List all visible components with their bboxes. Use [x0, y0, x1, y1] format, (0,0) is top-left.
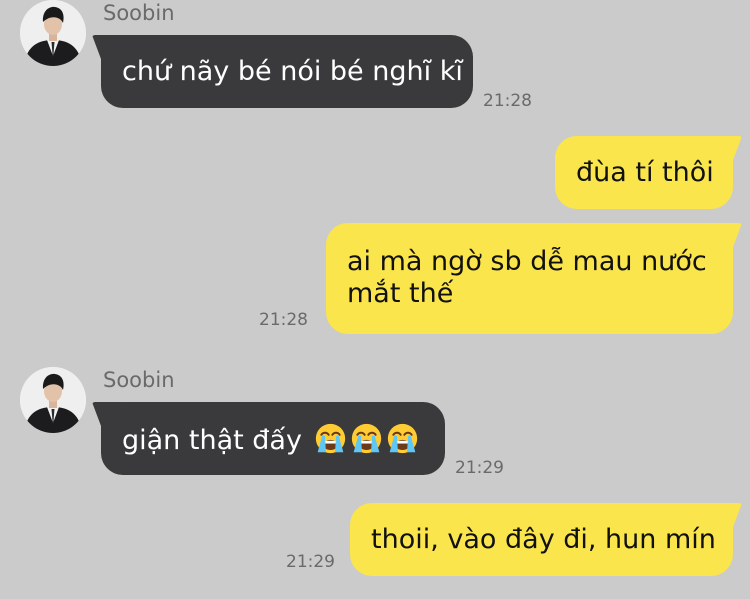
- message-text-row: giận thật đấy: [122, 422, 424, 457]
- message-bubble-outgoing[interactable]: ai mà ngờ sb dễ mau nước mắt thế: [326, 223, 733, 334]
- message-text: ai mà ngờ sb dễ mau nước mắt thế: [347, 246, 707, 309]
- loudly-crying-face-icon: [350, 422, 383, 455]
- avatar[interactable]: [20, 367, 86, 433]
- message-text: đùa tí thôi: [576, 157, 714, 188]
- avatar[interactable]: [20, 0, 86, 66]
- message-text: thoii, vào đây đi, hun mín: [371, 524, 716, 555]
- sender-name: Soobin: [103, 368, 175, 392]
- message-timestamp: 21:28: [483, 91, 532, 111]
- message-bubble-incoming[interactable]: chứ nãy bé nói bé nghĩ kĩ: [101, 35, 473, 108]
- message-text: chứ nãy bé nói bé nghĩ kĩ: [122, 56, 463, 87]
- message-text: giận thật đấy: [122, 425, 302, 456]
- message-bubble-outgoing[interactable]: thoii, vào đây đi, hun mín: [350, 503, 733, 576]
- sender-name: Soobin: [103, 1, 175, 25]
- message-timestamp: 21:29: [455, 458, 504, 478]
- profile-photo-icon: [20, 0, 86, 66]
- message-bubble-incoming[interactable]: giận thật đấy: [101, 402, 445, 475]
- message-bubble-outgoing[interactable]: đùa tí thôi: [555, 136, 733, 209]
- loudly-crying-face-icon: [386, 422, 419, 455]
- message-timestamp: 21:28: [259, 310, 308, 330]
- message-timestamp: 21:29: [286, 552, 335, 572]
- loudly-crying-face-icon: [314, 422, 347, 455]
- profile-photo-icon: [20, 367, 86, 433]
